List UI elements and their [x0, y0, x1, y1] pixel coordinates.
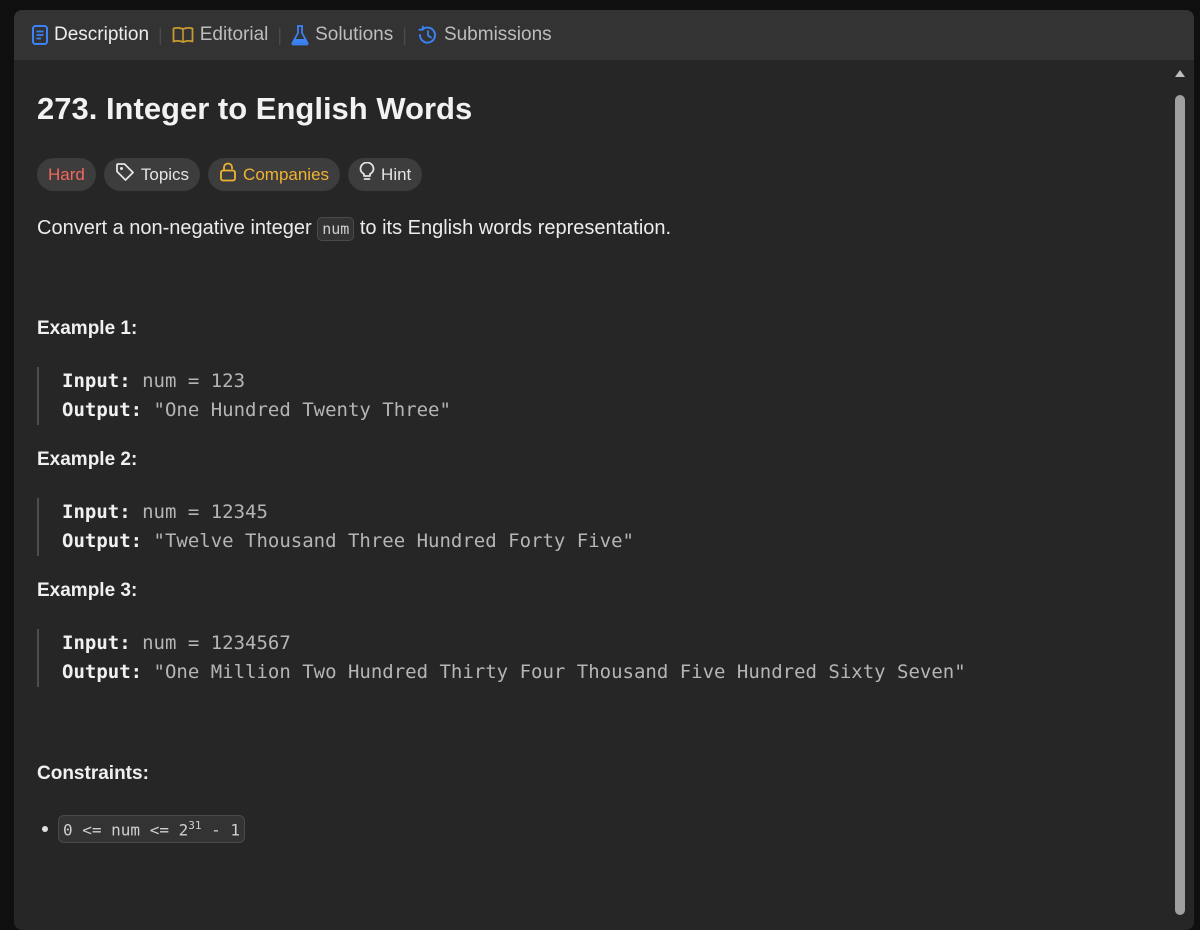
- example-output: "One Million Two Hundred Thirty Four Tho…: [142, 661, 966, 683]
- lightbulb-icon: [359, 161, 375, 187]
- input-label: Input:: [62, 632, 131, 654]
- input-label: Input:: [62, 370, 131, 392]
- constraint-code: 0 <= num <= 231 - 1: [58, 815, 246, 844]
- hint-label: Hint: [381, 164, 412, 184]
- tag-icon: [115, 162, 135, 187]
- example-output: "One Hundred Twenty Three": [142, 399, 451, 421]
- output-label: Output:: [62, 399, 143, 421]
- tab-description[interactable]: Description: [32, 10, 149, 60]
- flask-icon: [291, 24, 309, 46]
- tab-solutions[interactable]: Solutions: [291, 10, 393, 60]
- output-label: Output:: [62, 661, 143, 683]
- tab-editorial[interactable]: Editorial: [172, 10, 269, 60]
- problem-description: Convert a non-negative integer num to it…: [37, 213, 1157, 244]
- description-text: Convert a non-negative integer: [37, 217, 318, 239]
- problem-panel: Description | Editorial | Solutions | Su…: [14, 10, 1194, 930]
- description-text: to its English words representation.: [354, 217, 672, 239]
- tab-submissions-label: Submissions: [443, 24, 552, 45]
- scrollbar-thumb[interactable]: [1175, 95, 1185, 915]
- tab-separator: |: [158, 24, 163, 45]
- tag-row: Hard Topics Companies Hint: [37, 158, 1157, 191]
- example-title: Example 2:: [37, 449, 138, 470]
- output-label: Output:: [62, 530, 143, 552]
- companies-button[interactable]: Companies: [208, 158, 341, 191]
- tab-description-label: Description: [54, 24, 150, 45]
- constraint-exponent: 31: [188, 819, 202, 832]
- example-title: Example 1:: [37, 318, 138, 339]
- history-icon: [416, 25, 438, 45]
- example-output: "Twelve Thousand Three Hundred Forty Fiv…: [142, 530, 634, 552]
- problem-content: 273. Integer to English Words Hard Topic…: [37, 60, 1157, 844]
- problem-title: 273. Integer to English Words: [37, 91, 473, 126]
- example-input: num = 123: [130, 370, 246, 392]
- list-bullet: [42, 826, 48, 833]
- example-input: num = 1234567: [130, 632, 291, 654]
- topics-label: Topics: [140, 164, 190, 184]
- constraints-list: 0 <= num <= 231 - 1: [37, 815, 246, 844]
- constraints-title: Constraints:: [37, 763, 149, 784]
- hint-button[interactable]: Hint: [348, 158, 423, 191]
- tab-submissions[interactable]: Submissions: [416, 10, 552, 60]
- tab-separator: |: [277, 24, 283, 45]
- constraint-tail: - 1: [201, 820, 241, 840]
- example-block: Input: num = 12345 Output: "Twelve Thous…: [37, 498, 634, 556]
- inline-code: num: [317, 217, 355, 241]
- difficulty-label: Hard: [48, 164, 85, 184]
- constraint-base: 0 <= num <= 2: [63, 820, 189, 840]
- description-icon: [32, 25, 48, 45]
- example-title: Example 3:: [37, 580, 138, 601]
- example-block: Input: num = 123 Output: "One Hundred Tw…: [37, 367, 451, 425]
- topics-button[interactable]: Topics: [103, 158, 201, 191]
- tab-bar: Description | Editorial | Solutions | Su…: [14, 10, 1194, 60]
- tab-editorial-label: Editorial: [199, 24, 269, 45]
- scroll-up-arrow-icon[interactable]: [1175, 70, 1185, 77]
- difficulty-badge[interactable]: Hard: [37, 158, 96, 191]
- example-input: num = 12345: [130, 501, 268, 523]
- scrollbar[interactable]: [1173, 65, 1187, 930]
- companies-label: Companies: [243, 164, 330, 184]
- tab-separator: |: [402, 24, 407, 45]
- example-block: Input: num = 1234567 Output: "One Millio…: [37, 629, 966, 687]
- lock-icon: [219, 162, 237, 187]
- book-icon: [172, 26, 194, 44]
- tab-solutions-label: Solutions: [315, 24, 394, 45]
- input-label: Input:: [62, 501, 131, 523]
